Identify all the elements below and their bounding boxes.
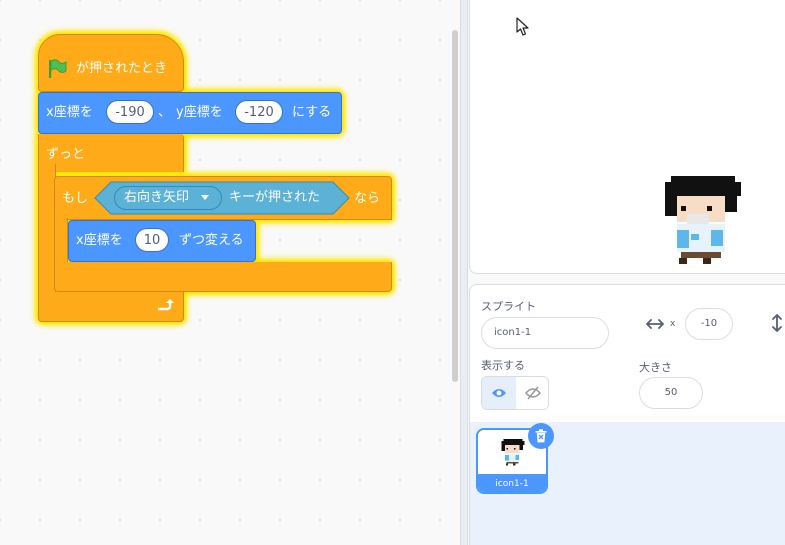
pane-divider	[460, 0, 468, 545]
size-label: 大きさ	[639, 361, 672, 374]
key-dropdown-label: 右向き矢印	[124, 190, 190, 205]
loop-arrow-icon	[157, 299, 174, 311]
goto-suffix: にする	[292, 105, 332, 120]
x-axis-label: x	[670, 319, 676, 329]
eye-icon	[492, 389, 506, 397]
goto-x-label: x座標を	[46, 105, 93, 120]
show-label: 表示する	[481, 359, 525, 372]
sprite-info-pane: スプライト icon1-1 x -10 表示する 大きさ 50	[469, 284, 785, 422]
x-position-field[interactable]: -10	[685, 308, 733, 340]
trash-icon	[535, 429, 547, 443]
mouse-cursor-icon	[516, 17, 529, 36]
sensing-label: キーが押された	[229, 190, 321, 205]
goto-x-input[interactable]: -190	[106, 100, 154, 124]
hide-sprite-button[interactable]	[516, 377, 548, 409]
horizontal-arrows-icon	[646, 319, 664, 329]
forever-label: ずっと	[46, 147, 86, 162]
change-x-label: x座標を	[76, 233, 123, 248]
goto-y-input[interactable]: -120	[235, 100, 283, 124]
if-block-bottom[interactable]	[54, 262, 392, 292]
code-area[interactable]: ずっと が押されたとき x座標を -190 、 y座標を -120 にする もし…	[0, 0, 460, 545]
running-script[interactable]: ずっと が押されたとき x座標を -190 、 y座標を -120 にする もし…	[0, 0, 460, 545]
size-field[interactable]: 50	[639, 377, 703, 409]
eye-slash-icon	[525, 386, 541, 400]
goto-separator: 、	[158, 105, 172, 120]
dropdown-arrow-icon	[201, 195, 209, 200]
change-x-suffix: ずつ変える	[179, 233, 244, 248]
change-x-input[interactable]: 10	[135, 228, 169, 252]
green-flag-icon	[49, 59, 67, 78]
sprite-thumbnail-label: icon1-1	[478, 474, 546, 492]
delete-sprite-button[interactable]	[528, 423, 554, 449]
show-sprite-button[interactable]	[482, 377, 517, 409]
if-label: もし	[62, 191, 89, 206]
then-label: なら	[354, 191, 381, 206]
stage[interactable]	[469, 0, 785, 274]
vertical-arrows-icon	[772, 314, 782, 332]
sprite-name-field[interactable]: icon1-1	[481, 317, 609, 349]
hat-label: が押されたとき	[76, 61, 168, 76]
sprite-thumbnail-image	[501, 439, 525, 466]
if-block-arm	[54, 218, 68, 264]
sprite-label: スプライト	[481, 300, 536, 313]
code-scrollbar[interactable]	[452, 30, 458, 382]
show-toggle-group	[481, 376, 549, 410]
goto-y-label: y座標を	[176, 105, 223, 120]
character-sprite[interactable]	[663, 168, 743, 264]
